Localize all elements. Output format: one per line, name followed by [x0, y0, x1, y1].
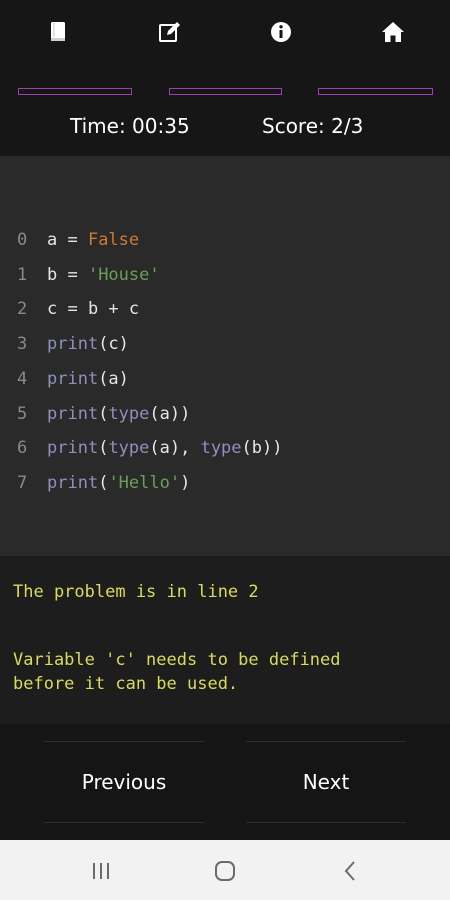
code-line: 0 a = False	[0, 230, 450, 260]
line-number: 1	[17, 264, 28, 285]
code-token: print	[47, 403, 99, 424]
previous-button[interactable]: Previous	[44, 741, 204, 823]
code-line: 7 print('Hello')	[0, 473, 450, 503]
code-token: print	[47, 334, 99, 355]
line-number: 7	[17, 472, 28, 493]
progress-segment-1	[18, 88, 132, 95]
line-number: 3	[17, 334, 28, 355]
code-text: b = 'House'	[47, 265, 160, 285]
code-line: 4 print(a)	[0, 369, 450, 399]
code-token: c = b + c	[47, 299, 140, 320]
code-panel: 0a = False 1 b = 'House' 2 c = b + c 3 print(c…	[0, 156, 450, 556]
line-number: 4	[17, 368, 28, 389]
code-line: 3 print(c)	[0, 334, 450, 364]
info-icon[interactable]	[265, 16, 297, 48]
code-token: (a)	[98, 368, 129, 389]
explanation-text-1: Variable 'c' needs to be defined	[13, 650, 341, 670]
next-button[interactable]: Next	[246, 741, 406, 823]
code-line: 5 print(type(a))	[0, 404, 450, 434]
code-token: type	[200, 438, 242, 459]
book-icon[interactable]	[42, 16, 74, 48]
code-line: 6 print(type(a), type(b))	[0, 438, 450, 468]
recents-icon[interactable]	[88, 858, 114, 884]
score-text: Score: 2/3	[262, 114, 364, 138]
code-token: (	[98, 438, 109, 459]
home-circle-icon[interactable]	[212, 858, 238, 884]
code-token: b =	[47, 264, 88, 285]
progress-segment-3	[318, 88, 433, 95]
line-number: 0	[17, 230, 28, 250]
code-text: print('Hello')	[47, 473, 190, 493]
progress-segment-2	[169, 88, 282, 95]
code-token: (c)	[98, 334, 129, 355]
timer-text: Time: 00:35	[70, 114, 190, 138]
problem-line-text: The problem is in line 2	[13, 582, 259, 602]
code-token: print	[47, 472, 99, 493]
code-token: 'Hello'	[108, 472, 181, 493]
back-icon[interactable]	[338, 858, 364, 884]
code-text: a = False	[47, 230, 139, 250]
code-token: (a),	[149, 438, 201, 459]
code-text: print(a)	[47, 369, 129, 389]
code-token: print	[47, 438, 99, 459]
code-text: c = b + c	[47, 299, 139, 319]
code-line: 1 b = 'House'	[0, 265, 450, 295]
feedback-panel: The problem is in line 2 Variable 'c' ne…	[0, 556, 450, 724]
code-token: False	[87, 230, 140, 250]
edit-icon[interactable]	[154, 16, 186, 48]
line-number: 5	[17, 403, 28, 424]
code-token: 'House'	[87, 264, 160, 285]
code-token: a =	[47, 230, 88, 250]
code-text: print(c)	[47, 334, 129, 354]
line-number: 6	[17, 438, 28, 459]
code-token: (	[98, 403, 109, 424]
code-line: 2 c = b + c	[0, 299, 450, 329]
explanation-text-2: before it can be used.	[13, 674, 239, 694]
code-token: (a))	[149, 403, 191, 424]
line-number: 2	[17, 299, 28, 320]
bottom-nav: Previous Next	[0, 724, 450, 840]
code-text: print(type(a), type(b))	[47, 438, 282, 458]
code-text: print(type(a))	[47, 404, 190, 424]
code-token: type	[108, 403, 150, 424]
code-token: print	[47, 368, 99, 389]
home-icon[interactable]	[377, 16, 409, 48]
system-nav-bar	[0, 840, 450, 900]
code-token: type	[108, 438, 150, 459]
code-token: (b))	[241, 438, 283, 459]
code-token: (	[98, 472, 109, 493]
code-token: )	[180, 472, 191, 493]
top-bar: Time: 00:35 Score: 2/3	[0, 0, 450, 156]
